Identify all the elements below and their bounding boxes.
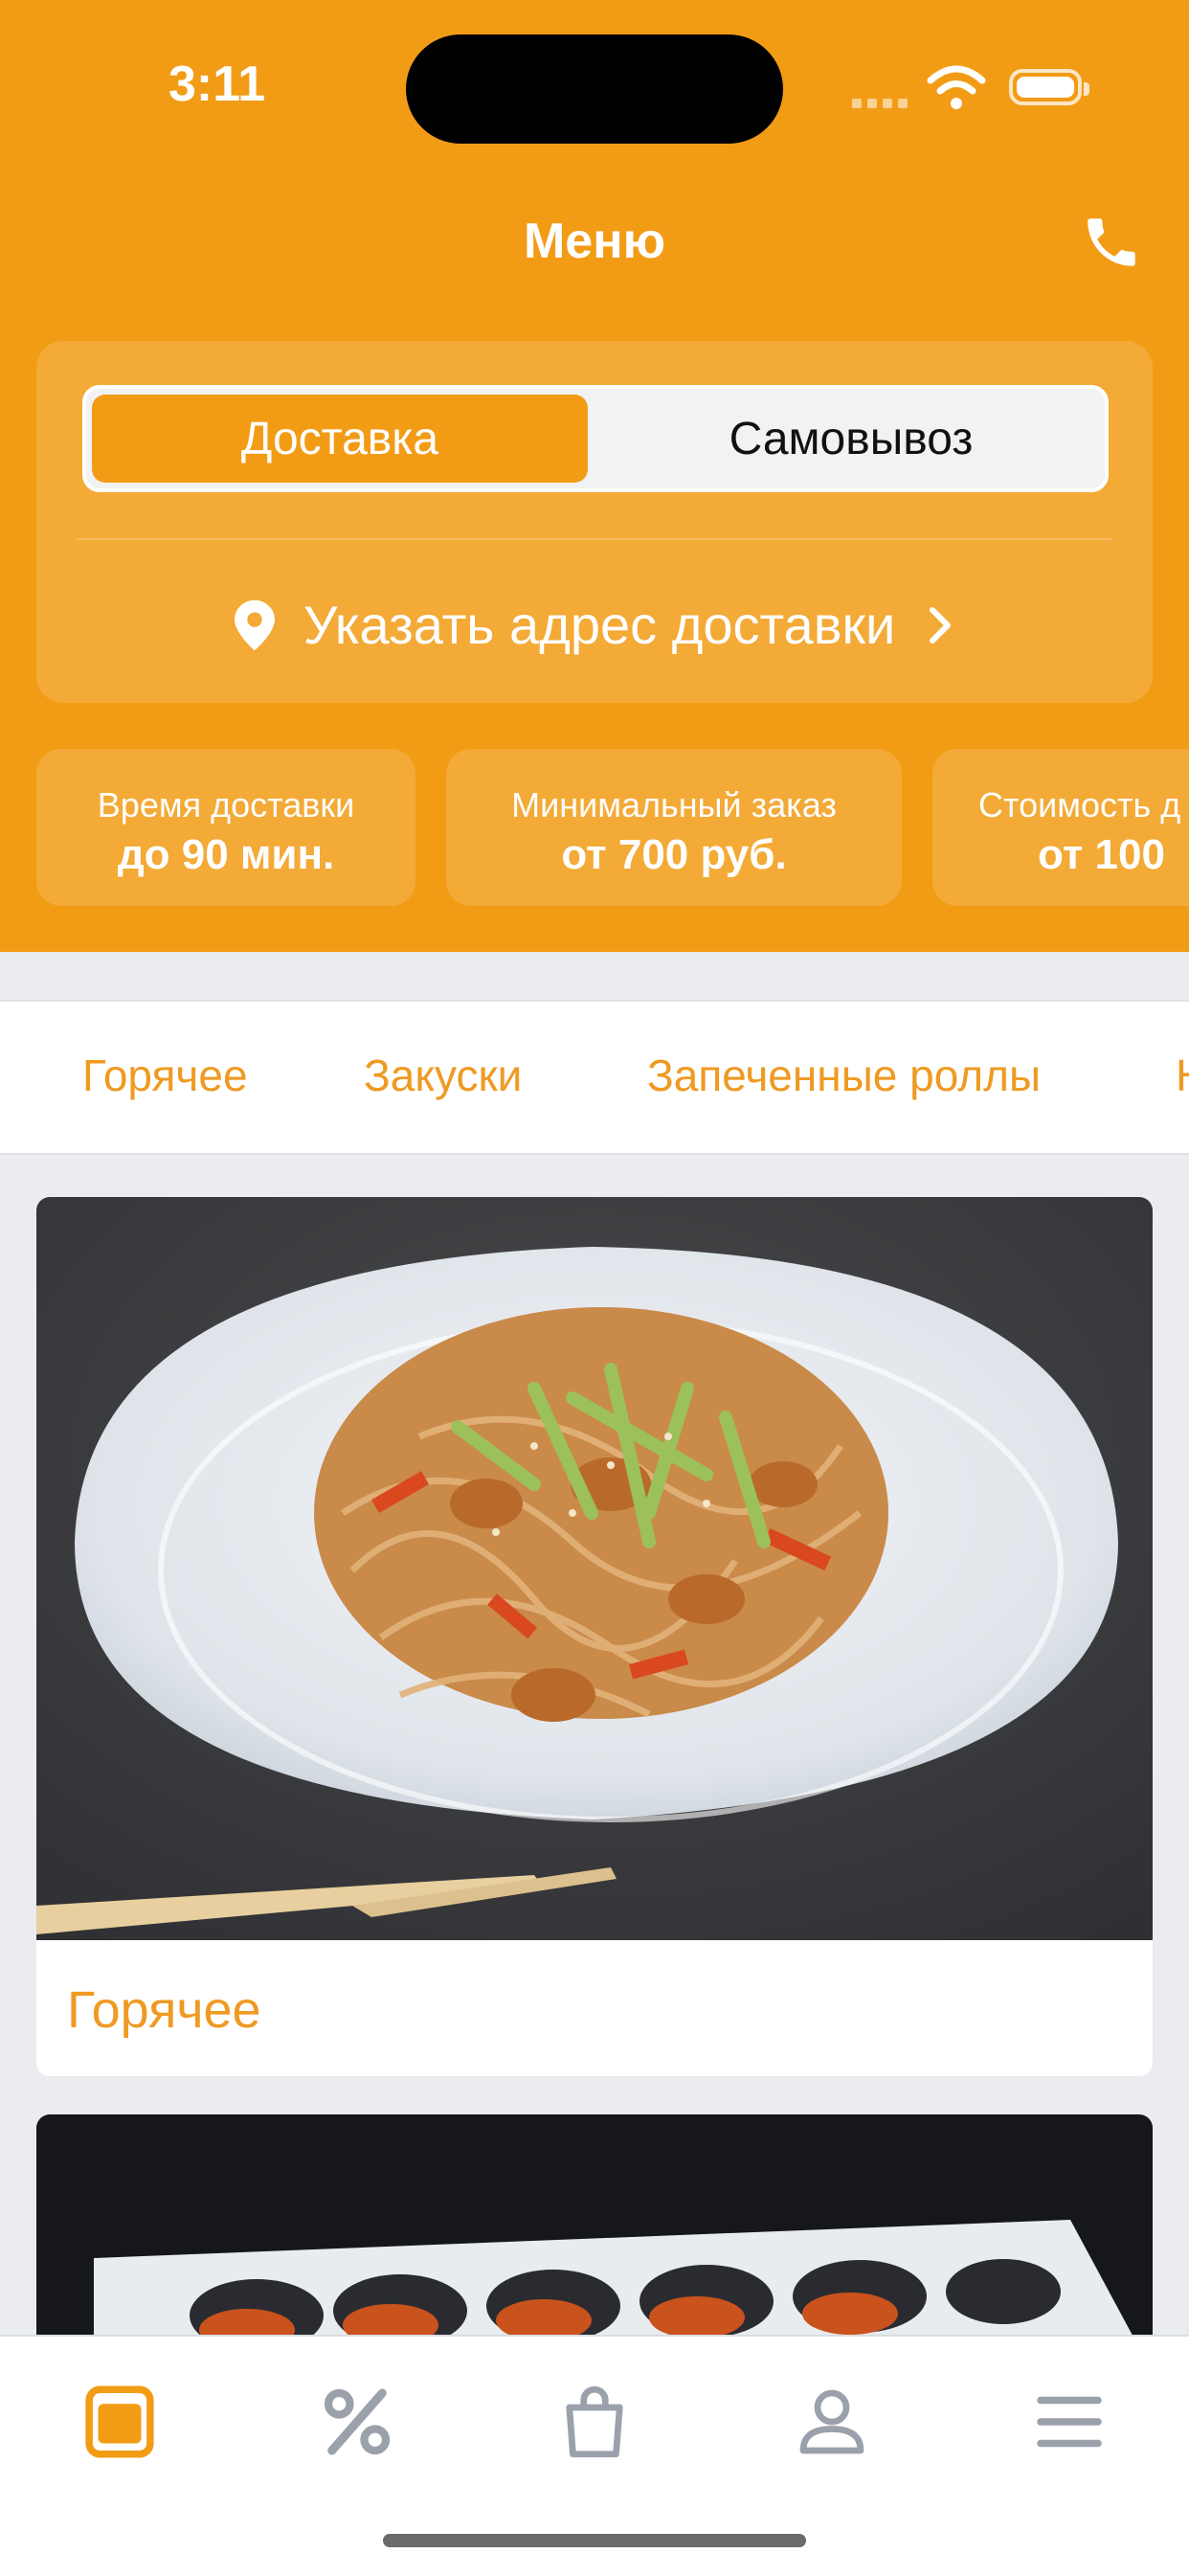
info-label: Время доставки — [97, 785, 355, 825]
info-value: от 100 — [1038, 831, 1165, 878]
delivery-card: Доставка Самовывоз Указать адрес доставк… — [36, 341, 1153, 703]
tab-baked-rolls[interactable]: Запеченные роллы — [647, 1050, 1041, 1101]
hamburger-icon[interactable] — [1026, 2379, 1112, 2465]
category-tabs: Горячее Закуски Запеченные роллы Н — [0, 1000, 1189, 1155]
mussels-photo — [36, 2114, 1153, 2344]
delivery-cost-card: Стоимость д от 100 — [932, 749, 1189, 906]
category-card-snacks[interactable] — [36, 2114, 1153, 2344]
delivery-option[interactable]: Доставка — [92, 395, 588, 483]
dynamic-island — [406, 34, 783, 144]
category-name: Горячее — [67, 1981, 261, 2039]
location-pin-icon — [234, 599, 275, 650]
info-value: от 700 руб. — [561, 831, 787, 878]
bag-icon[interactable] — [551, 2379, 638, 2465]
page-title: Меню — [523, 214, 666, 269]
tab-next[interactable]: Н — [1176, 1050, 1189, 1101]
tab-snacks[interactable]: Закуски — [364, 1050, 522, 1101]
divider — [77, 538, 1112, 540]
delivery-mode-segmented-control: Доставка Самовывоз — [82, 385, 1109, 492]
home-indicator — [383, 2534, 806, 2547]
chevron-right-icon — [930, 606, 952, 644]
profile-icon[interactable] — [789, 2379, 875, 2465]
info-label: Минимальный заказ — [511, 785, 837, 825]
status-time: 3:11 — [168, 56, 266, 112]
delivery-address-button[interactable]: Указать адрес доставки — [36, 594, 1153, 656]
percent-icon[interactable] — [314, 2379, 400, 2465]
phone-icon[interactable] — [1080, 211, 1143, 274]
menu-icon[interactable] — [77, 2379, 163, 2465]
delivery-time-card: Время доставки до 90 мин. — [36, 749, 415, 906]
info-label: Стоимость д — [978, 785, 1181, 825]
cellular-signal-icon — [852, 96, 913, 113]
delivery-address-label: Указать адрес доставки — [303, 595, 896, 655]
battery-icon — [1009, 69, 1089, 105]
wifi-icon — [927, 65, 986, 109]
pickup-option[interactable]: Самовывоз — [603, 395, 1099, 483]
minimum-order-card: Минимальный заказ от 700 руб. — [446, 749, 902, 906]
category-card-hot[interactable]: Горячее — [36, 1197, 1153, 2076]
tab-hot[interactable]: Горячее — [82, 1050, 248, 1101]
noodles-photo — [36, 1197, 1153, 1940]
info-value: до 90 мин. — [117, 831, 335, 878]
